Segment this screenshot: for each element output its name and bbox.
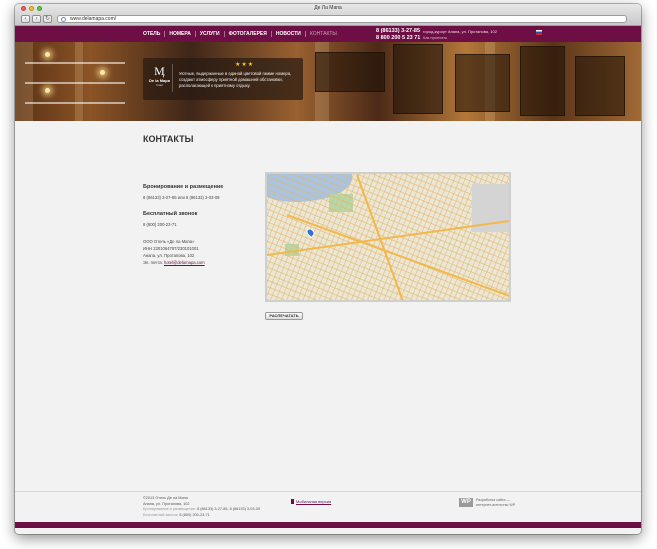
- language-flag-icon[interactable]: [536, 30, 542, 35]
- mobile-version-link[interactable]: Мобильная версия: [291, 499, 331, 504]
- hotel-logo[interactable]: Ӎ De la Mapa hotel: [147, 64, 173, 92]
- site-footer: ©2013 Отель Де ла Мапа Анапа, ул. Протап…: [15, 491, 641, 528]
- location-map[interactable]: [265, 172, 511, 302]
- browser-titlebar: Де Ла Мапа ‹ › ↻ www.delamapa.com/: [15, 4, 641, 26]
- email-row: Эл. почта: hotel@delamapa.com: [143, 259, 253, 266]
- window-title: Де Ла Мапа: [314, 5, 342, 11]
- footer-free-call: Бесплатный звонок: 8 (800) 200-23-71: [143, 512, 210, 517]
- developer-credit[interactable]: WP Разработка сайта — интернет-агентство…: [459, 498, 515, 507]
- developer-logo: WP: [459, 498, 473, 507]
- browser-nav-buttons: ‹ › ↻: [21, 15, 52, 23]
- nav-item-rooms[interactable]: НОМЕРА: [165, 31, 196, 37]
- company-inn: ИНН 2301064797/230101001: [143, 246, 199, 251]
- developer-text: Разработка сайта — интернет-агентство WP: [476, 498, 516, 507]
- nav-item-hotel[interactable]: ОТЕЛЬ: [143, 31, 166, 37]
- free-call-phone: 8 (800) 200-23-71: [143, 222, 177, 227]
- header-phone-1: 8 (86133) 3-27-85: [376, 28, 421, 34]
- star-rating-icon: ★★★: [235, 62, 255, 68]
- logo-mark: Ӎ: [154, 64, 165, 78]
- nav-item-news[interactable]: НОВОСТИ: [272, 31, 306, 37]
- logo-subtitle: hotel: [156, 83, 163, 87]
- nav-item-contacts[interactable]: КОНТАКТЫ: [306, 31, 341, 37]
- browser-window: Де Ла Мапа ‹ › ↻ www.delamapa.com/ ОТЕЛЬ…: [15, 4, 641, 534]
- directions-link[interactable]: Как проехать: [423, 35, 497, 41]
- forward-icon[interactable]: ›: [32, 15, 41, 23]
- booking-heading: Бронирование и размещение: [143, 184, 224, 190]
- contact-details: Бронирование и размещение 8 (86133) 3-27…: [143, 184, 253, 266]
- reload-icon[interactable]: ↻: [43, 15, 52, 23]
- nav-item-gallery[interactable]: ФОТОГАЛЕРЕЯ: [225, 31, 272, 37]
- site-header: ОТЕЛЬ НОМЕРА УСЛУГИ ФОТОГАЛЕРЕЯ НОВОСТИ …: [15, 26, 641, 42]
- footer-contacts: ©2013 Отель Де ла Мапа Анапа, ул. Протап…: [143, 496, 260, 518]
- print-button[interactable]: РАСПЕЧАТАТЬ: [265, 312, 303, 320]
- globe-icon: [61, 17, 66, 22]
- hero-tagline: Уютные, выдержанные в единой цветовой га…: [179, 71, 292, 88]
- hero-banner: Ӎ De la Mapa hotel ★★★ Уютные, выдержанн…: [15, 42, 641, 121]
- header-address: город-курорт Анапа, ул. Протапова, 102 К…: [423, 29, 497, 41]
- url-text: www.delamapa.com/: [70, 16, 117, 22]
- page-title: КОНТАКТЫ: [143, 134, 194, 144]
- header-phone-2: 8 800 200 5 23 71: [376, 35, 421, 41]
- header-phones: 8 (86133) 3-27-85 8 800 200 5 23 71: [376, 28, 420, 42]
- email-label: Эл. почта:: [143, 260, 163, 265]
- footer-bottom-bar: [15, 522, 641, 528]
- nav-item-services[interactable]: УСЛУГИ: [196, 31, 225, 37]
- company-address: Анапа, ул. Протапова, 102: [143, 253, 195, 258]
- main-nav: ОТЕЛЬ НОМЕРА УСЛУГИ ФОТОГАЛЕРЕЯ НОВОСТИ …: [143, 31, 341, 37]
- main-content: КОНТАКТЫ Бронирование и размещение 8 (86…: [15, 121, 641, 491]
- booking-phones: 8 (86133) 3-27-85 или 8 (86133) 3-03-09: [143, 195, 220, 200]
- email-link[interactable]: hotel@delamapa.com: [164, 260, 205, 265]
- back-icon[interactable]: ‹: [21, 15, 30, 23]
- company-name: ООО Отель «Де ла Мапа»: [143, 239, 195, 244]
- hero-tagline-box: Ӎ De la Mapa hotel ★★★ Уютные, выдержанн…: [143, 58, 303, 100]
- free-call-heading: Бесплатный звонок: [143, 211, 198, 217]
- address-bar[interactable]: www.delamapa.com/: [57, 15, 627, 23]
